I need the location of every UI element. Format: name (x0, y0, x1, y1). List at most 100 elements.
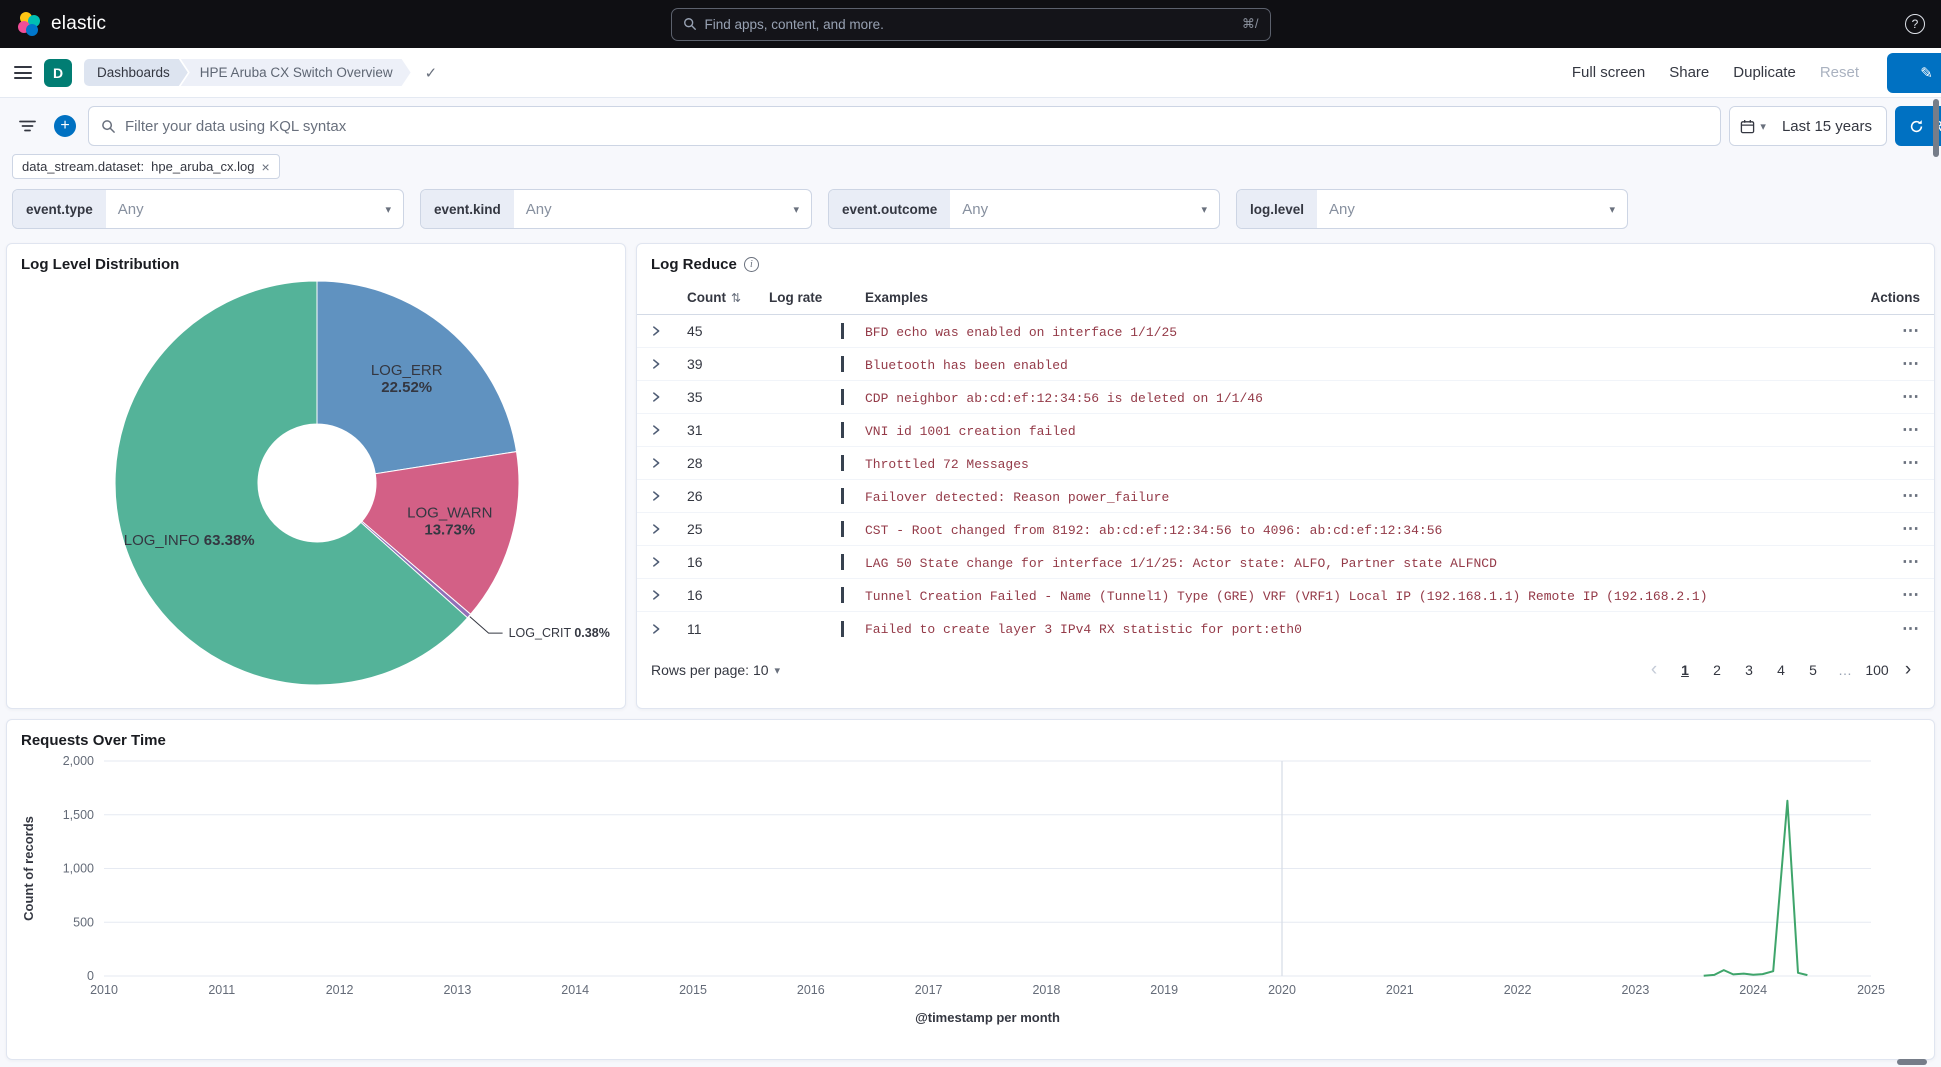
search-icon (683, 17, 697, 31)
y-axis-title: Count of records (21, 816, 36, 921)
add-filter-button[interactable]: + (50, 111, 80, 141)
expand-row-icon[interactable] (649, 456, 663, 470)
search-icon (101, 119, 116, 134)
expand-row-icon[interactable] (649, 390, 663, 404)
table-row: 28 Throttled 72 Messages ⋯ (637, 447, 1934, 480)
control-label: event.kind (421, 190, 514, 228)
menu-icon[interactable] (14, 66, 32, 79)
column-examples: Examples (849, 290, 1864, 305)
row-actions-icon[interactable]: ⋯ (1902, 619, 1920, 639)
edit-button[interactable]: ✎ Edit (1887, 53, 1941, 93)
plus-icon: + (54, 115, 76, 137)
duplicate-button[interactable]: Duplicate (1733, 64, 1796, 81)
kql-search-bar[interactable] (88, 106, 1721, 146)
column-log-rate: Log rate (749, 290, 849, 305)
expand-row-icon[interactable] (649, 357, 663, 371)
control-log-level[interactable]: log.levelAny▾ (1236, 189, 1628, 229)
count-cell: 16 (687, 554, 703, 570)
count-cell: 28 (687, 455, 703, 471)
date-quick-select-button[interactable]: ▾ (1730, 107, 1776, 145)
x-tick-label: 2022 (1504, 983, 1532, 997)
chevron-down-icon: ▾ (775, 664, 781, 677)
global-search[interactable]: ⌘/ (671, 8, 1271, 41)
page-button-2[interactable]: 2 (1704, 657, 1730, 683)
column-count[interactable]: Count (687, 290, 726, 305)
chevron-down-icon: ▾ (1609, 203, 1627, 216)
panel-requests-over-time: Requests Over Time 05001,0001,5002,00020… (6, 719, 1935, 1060)
example-cell: CST - Root changed from 8192: ab:cd:ef:1… (849, 521, 1864, 538)
slice-label: LOG_ERR (371, 362, 443, 379)
expand-row-icon[interactable] (649, 324, 663, 338)
dashboard-header: D Dashboards HPE Aruba CX Switch Overvie… (0, 48, 1941, 98)
filter-bar: data_stream.dataset: hpe_aruba_cx.log × (0, 154, 1941, 185)
close-icon[interactable]: × (262, 160, 270, 174)
time-range-value[interactable]: Last 15 years (1776, 118, 1886, 135)
row-actions-icon[interactable]: ⋯ (1902, 453, 1920, 473)
expand-row-icon[interactable] (649, 622, 663, 636)
control-event-type[interactable]: event.typeAny▾ (12, 189, 404, 229)
column-actions: Actions (1864, 290, 1920, 305)
vertical-scrollbar[interactable] (1933, 99, 1939, 157)
slice-percent: 22.52% (381, 379, 432, 396)
chevron-down-icon: ▾ (1760, 120, 1766, 133)
space-avatar[interactable]: D (44, 59, 72, 87)
requests-over-time-chart[interactable]: 05001,0001,5002,000201020112012201320142… (7, 751, 1934, 1041)
breadcrumb-dashboards[interactable]: Dashboards (84, 59, 188, 86)
table-row: 35CDP neighbor ab:cd:ef:12:34:56 is dele… (637, 381, 1934, 414)
slice-percent: 13.73% (424, 522, 475, 539)
spark-bar (841, 587, 844, 603)
row-actions-icon[interactable]: ⋯ (1902, 585, 1920, 605)
control-event-outcome[interactable]: event.outcomeAny▾ (828, 189, 1220, 229)
help-icon[interactable]: ? (1905, 14, 1925, 34)
control-label: event.outcome (829, 190, 950, 228)
breadcrumb-current[interactable]: HPE Aruba CX Switch Overview (181, 59, 411, 86)
page-button-100[interactable]: 100 (1864, 657, 1890, 683)
spark-bar (841, 488, 844, 504)
page-button-5[interactable]: 5 (1800, 657, 1826, 683)
row-actions-icon[interactable]: ⋯ (1902, 519, 1920, 539)
row-actions-icon[interactable]: ⋯ (1902, 486, 1920, 506)
table-row: 26Failover detected: Reason power_failur… (637, 480, 1934, 513)
info-icon[interactable]: i (744, 257, 759, 272)
chevron-down-icon: ▾ (793, 203, 811, 216)
log-level-donut-chart[interactable]: LOG_ERR22.52%LOG_WARN13.73%LOG_CRIT 0.38… (7, 275, 625, 699)
row-actions-icon[interactable]: ⋯ (1902, 354, 1920, 374)
expand-row-icon[interactable] (649, 489, 663, 503)
x-tick-label: 2020 (1268, 983, 1296, 997)
y-tick-label: 1,000 (63, 862, 94, 876)
x-tick-label: 2017 (915, 983, 943, 997)
row-actions-icon[interactable]: ⋯ (1902, 321, 1920, 341)
next-page-button[interactable]: › (1896, 659, 1920, 681)
control-event-kind[interactable]: event.kindAny▾ (420, 189, 812, 229)
global-search-input[interactable] (705, 17, 1234, 32)
x-tick-label: 2021 (1386, 983, 1414, 997)
row-actions-icon[interactable]: ⋯ (1902, 420, 1920, 440)
table-row: 45BFD echo was enabled on interface 1/1/… (637, 315, 1934, 348)
row-actions-icon[interactable]: ⋯ (1902, 387, 1920, 407)
example-cell: Bluetooth has been enabled (849, 356, 1864, 373)
page-button-1[interactable]: 1 (1672, 657, 1698, 683)
filter-pill[interactable]: data_stream.dataset: hpe_aruba_cx.log × (12, 154, 280, 179)
expand-row-icon[interactable] (649, 423, 663, 437)
horizontal-scrollbar[interactable] (1897, 1059, 1927, 1065)
expand-row-icon[interactable] (649, 522, 663, 536)
saved-query-filter-icon[interactable] (12, 111, 42, 141)
kql-input[interactable] (125, 118, 1708, 135)
expand-row-icon[interactable] (649, 555, 663, 569)
rows-per-page-button[interactable]: Rows per page: 10 ▾ (651, 662, 780, 678)
spark-bar (841, 422, 844, 438)
page-button-4[interactable]: 4 (1768, 657, 1794, 683)
row-actions-icon[interactable]: ⋯ (1902, 552, 1920, 572)
example-cell: Throttled 72 Messages (849, 455, 1864, 472)
saved-check-icon[interactable]: ✓ (425, 64, 438, 82)
expand-row-icon[interactable] (649, 588, 663, 602)
callout-line (470, 617, 503, 634)
share-button[interactable]: Share (1669, 64, 1709, 81)
elastic-logo[interactable]: elastic (16, 11, 106, 37)
page-button-3[interactable]: 3 (1736, 657, 1762, 683)
header-actions: Full screen Share Duplicate Reset ✎ Edit (1572, 53, 1941, 93)
x-tick-label: 2013 (443, 983, 471, 997)
full-screen-button[interactable]: Full screen (1572, 64, 1645, 81)
spark-bar (841, 554, 844, 570)
sort-icon[interactable]: ⇅ (731, 291, 741, 305)
